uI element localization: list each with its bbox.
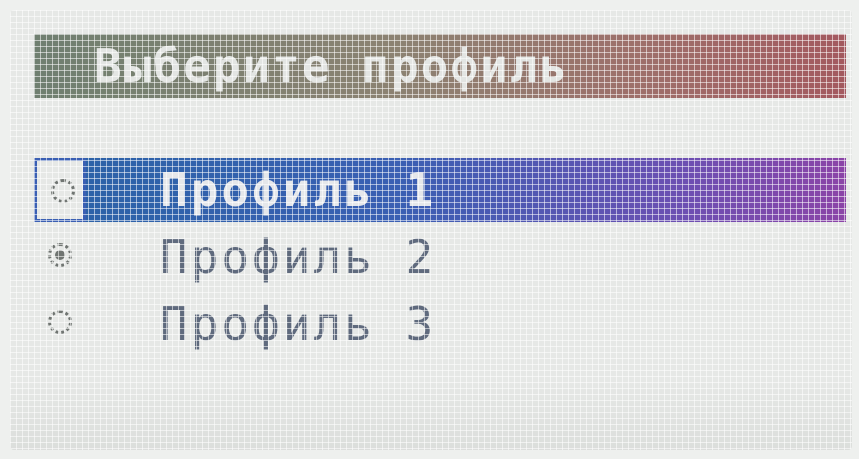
profile-menu: Профиль 1 Профиль 2 Профиль 3 — [34, 158, 846, 359]
page-title: Выберите профиль — [94, 39, 570, 93]
title-bar: Выберите профиль — [34, 34, 846, 98]
menu-item-label: Профиль 3 — [160, 297, 437, 351]
menu-item-profile-2[interactable]: Профиль 2 — [34, 225, 846, 289]
radio-checked-icon[interactable] — [48, 243, 72, 267]
lcd-screen: Выберите профиль Профиль 1 Профиль 2 Про… — [10, 10, 852, 450]
menu-item-profile-1[interactable]: Профиль 1 — [34, 158, 846, 222]
screen-reflection — [10, 380, 852, 450]
menu-item-profile-3[interactable]: Профиль 3 — [34, 292, 846, 356]
menu-item-label: Профиль 1 — [160, 163, 437, 217]
radio-unchecked-icon[interactable] — [48, 310, 72, 334]
device-frame: Выберите профиль Профиль 1 Профиль 2 Про… — [0, 0, 859, 459]
menu-item-label: Профиль 2 — [160, 230, 437, 284]
radio-unchecked-icon[interactable] — [51, 179, 75, 203]
radio-cell — [34, 158, 86, 222]
